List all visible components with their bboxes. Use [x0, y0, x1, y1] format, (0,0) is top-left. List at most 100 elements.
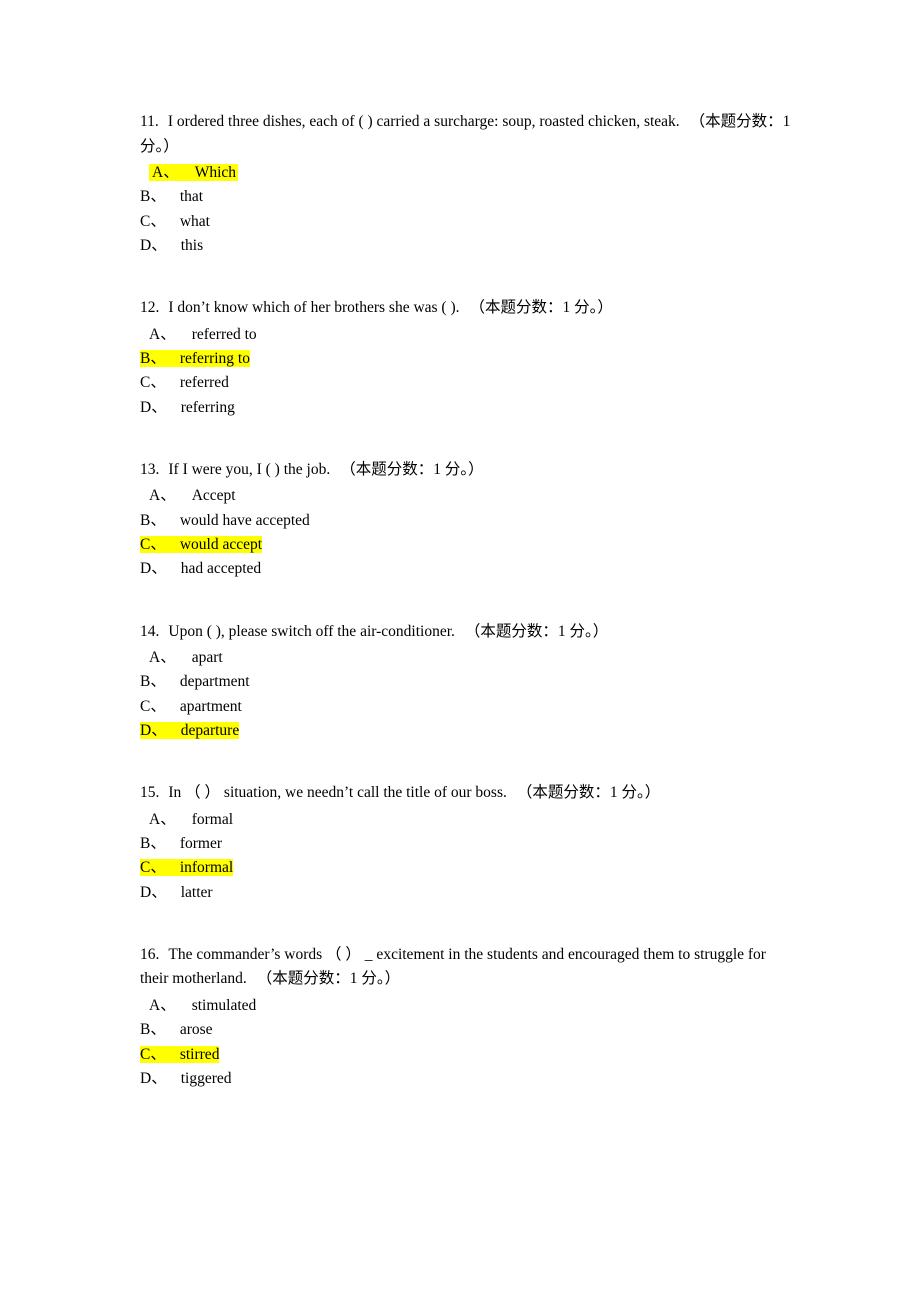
- option-item[interactable]: D、 latter: [140, 881, 798, 905]
- option-item[interactable]: A、 stimulated: [140, 994, 798, 1018]
- option-item[interactable]: A、 referred to: [140, 323, 798, 347]
- question-score-note: （本题分数：1 分。）: [256, 970, 401, 988]
- option-letter: D、: [140, 883, 167, 901]
- option-label: arose: [179, 1021, 213, 1039]
- option-content: C、 apartment: [140, 698, 242, 715]
- option-letter: A、: [149, 649, 176, 667]
- option-label: apart: [191, 649, 223, 667]
- option-label: stimulated: [191, 996, 257, 1014]
- question-text: Upon ( ), please switch off the air-cond…: [168, 622, 455, 640]
- option-letter: A、: [149, 996, 176, 1014]
- option-item[interactable]: A、 Accept: [140, 484, 798, 508]
- option-letter: B、: [140, 511, 166, 529]
- option-label: departure: [180, 721, 240, 739]
- option-letter: C、: [140, 374, 166, 392]
- question-number: 14.: [140, 622, 160, 640]
- option-letter: B、: [140, 188, 166, 206]
- option-item[interactable]: C、 apartment: [140, 695, 798, 719]
- question-block: 11. I ordered three dishes, each of ( ) c…: [140, 110, 798, 258]
- option-item[interactable]: B、 would have accepted: [140, 509, 798, 533]
- option-item[interactable]: A、 Which: [140, 161, 798, 185]
- option-label: tiggered: [180, 1069, 232, 1087]
- question-block: 16. The commander’s words （ ） _ excitemen…: [140, 943, 798, 1091]
- option-letter: A、: [149, 810, 176, 828]
- option-content: C、 what: [140, 213, 210, 230]
- question-text: I don’t know which of her brothers she w…: [168, 299, 460, 317]
- selected-answer-highlight: B、 referring to: [140, 349, 250, 367]
- option-label: informal: [179, 859, 234, 877]
- question-text: In （ ） situation, we needn’t call the ti…: [168, 784, 507, 802]
- question-text: If I were you, I ( ) the job.: [168, 460, 331, 478]
- question-stem: 12. I don’t know which of her brothers sh…: [140, 296, 798, 321]
- question-number: 15.: [140, 784, 160, 802]
- question-score-note: （本题分数：1 分。）: [340, 460, 484, 478]
- option-letter: A、: [149, 487, 176, 505]
- option-item[interactable]: D、 tiggered: [140, 1067, 798, 1091]
- option-item[interactable]: B、 arose: [140, 1018, 798, 1042]
- selected-answer-highlight: D、 departure: [140, 721, 240, 739]
- option-item[interactable]: C、 informal: [140, 856, 798, 880]
- option-letter: C、: [140, 535, 166, 553]
- option-label: department: [179, 673, 250, 691]
- option-item[interactable]: C、 what: [140, 210, 798, 234]
- option-item[interactable]: B、 former: [140, 832, 798, 856]
- selected-answer-highlight: C、 would accept: [140, 535, 263, 553]
- option-letter: D、: [140, 398, 167, 416]
- option-letter: B、: [140, 673, 166, 691]
- option-item[interactable]: B、 referring to: [140, 347, 798, 371]
- option-label: stirred: [179, 1045, 220, 1063]
- option-item[interactable]: C、 referred: [140, 371, 798, 395]
- option-content: A、 formal: [149, 811, 233, 828]
- option-label: had accepted: [180, 560, 262, 578]
- option-label: referred to: [191, 325, 257, 343]
- option-content: A、 Accept: [149, 487, 236, 504]
- option-label: former: [179, 835, 223, 853]
- question-number: 16.: [140, 945, 160, 963]
- option-letter: A、: [149, 325, 176, 343]
- question-list: 11. I ordered three dishes, each of ( ) c…: [140, 110, 798, 1091]
- option-item[interactable]: A、 formal: [140, 808, 798, 832]
- option-label: this: [180, 236, 204, 254]
- question-block: 12. I don’t know which of her brothers sh…: [140, 296, 798, 420]
- option-letter: C、: [140, 697, 166, 715]
- option-content: B、 arose: [140, 1021, 213, 1038]
- option-item[interactable]: D、 had accepted: [140, 557, 798, 581]
- option-list: A、 stimulated B、 arose C、 stirred D、 tiggered: [140, 994, 798, 1091]
- option-item[interactable]: C、 stirred: [140, 1043, 798, 1067]
- question-stem: 13. If I were you, I ( ) the job. （本题分数：1 …: [140, 458, 798, 483]
- option-item[interactable]: D、 departure: [140, 719, 798, 743]
- option-letter: C、: [140, 1045, 166, 1063]
- option-list: A、 apart B、 department C、 apartment D、 departur…: [140, 646, 798, 743]
- exam-page: 11. I ordered three dishes, each of ( ) c…: [0, 0, 920, 1302]
- option-list: A、 Which B、 that C、 what D、 this: [140, 161, 798, 258]
- option-label: referred: [179, 374, 229, 392]
- question-score-note: （本题分数：1 分。）: [469, 299, 613, 317]
- question-stem: 15. In （ ） situation, we needn’t call the…: [140, 781, 798, 806]
- option-content: B、 department: [140, 673, 250, 690]
- option-content: D、 had accepted: [140, 560, 261, 577]
- selected-answer-highlight: C、 informal: [140, 859, 234, 877]
- option-content: A、 referred to: [149, 326, 257, 343]
- option-item[interactable]: D、 this: [140, 234, 798, 258]
- question-number: 12.: [140, 299, 160, 317]
- option-item[interactable]: D、 referring: [140, 396, 798, 420]
- option-item[interactable]: C、 would accept: [140, 533, 798, 557]
- option-label: that: [179, 188, 204, 206]
- option-content: C、 referred: [140, 374, 229, 391]
- option-label: Accept: [191, 487, 236, 505]
- option-item[interactable]: B、 that: [140, 185, 798, 209]
- option-item[interactable]: A、 apart: [140, 646, 798, 670]
- option-content: D、 referring: [140, 399, 235, 416]
- option-content: D、 tiggered: [140, 1070, 232, 1087]
- option-list: A、 formal B、 former C、 informal D、 latter: [140, 808, 798, 905]
- question-block: 13. If I were you, I ( ) the job. （本题分数：1 …: [140, 458, 798, 582]
- option-content: A、 apart: [149, 649, 223, 666]
- option-item[interactable]: B、 department: [140, 670, 798, 694]
- option-label: apartment: [179, 697, 242, 715]
- question-block: 14. Upon ( ), please switch off the air-c…: [140, 620, 798, 744]
- option-content: B、 that: [140, 188, 203, 205]
- question-score-note: （本题分数：1 分。）: [516, 784, 661, 802]
- question-stem: 16. The commander’s words （ ） _ excitemen…: [140, 943, 798, 992]
- option-label: would have accepted: [179, 511, 310, 529]
- option-label: referring: [180, 398, 235, 416]
